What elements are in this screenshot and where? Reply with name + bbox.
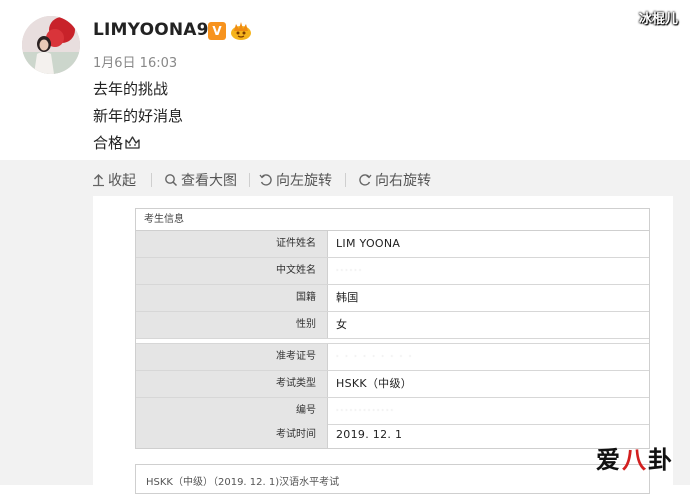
watermark-char: 爱 — [596, 445, 620, 474]
rotate-left-icon — [259, 174, 272, 186]
row-value: HSKK（中级） — [336, 377, 413, 390]
row-label: 中文姓名 — [136, 258, 328, 284]
table-header: 考生信息 — [136, 209, 649, 231]
table-row: 国籍 韩国 — [136, 285, 649, 312]
table-row: 编号 ············· — [136, 398, 649, 425]
verified-badge-icon: V — [208, 22, 226, 40]
exam-title-box: HSKK（中级）（2019. 12. 1)汉语水平考试 — [135, 464, 650, 494]
toolbar-divider — [345, 173, 346, 187]
post-text-line-3-text: 合格 — [93, 134, 124, 152]
magnifier-icon — [165, 174, 178, 187]
table-row: 准考证号 · · · · · · · · · — [136, 344, 649, 371]
row-label: 国籍 — [136, 285, 328, 311]
rotate-right-icon — [359, 174, 372, 186]
post-time[interactable]: 1月6日 16:03 — [93, 52, 177, 71]
collapse-icon — [93, 174, 104, 187]
row-label: 考试类型 — [136, 371, 328, 397]
row-label: 编号 — [136, 398, 328, 424]
post-text-line-2: 新年的好消息 — [93, 107, 184, 125]
row-value: LIM YOONA — [336, 237, 401, 250]
post-text-line-3: 合格 — [93, 132, 141, 154]
exam-title-text: HSKK（中级）（2019. 12. 1)汉语水平考试 — [146, 477, 340, 488]
toolbar-divider — [151, 173, 152, 187]
row-value-redacted: ············· — [336, 406, 396, 415]
table-row: 考试类型 HSKK（中级） — [136, 371, 649, 398]
collapse-button[interactable]: 收起 — [92, 170, 136, 190]
watermark-char: 八 — [622, 445, 646, 474]
collapse-label: 收起 — [108, 173, 136, 189]
watermark-bottom: 爱八卦 — [596, 440, 672, 475]
row-value-redacted: · · · · · · · · · — [336, 352, 414, 361]
certificate-image[interactable]: 考生信息 证件姓名 LIM YOONA 中文姓名 ······ 国籍 韩国 性别… — [93, 196, 673, 494]
avatar[interactable] — [22, 16, 80, 74]
weibo-post: LIMYOONA90 V 1月6日 16:03 去年的挑战 新年的好消息 合格 … — [0, 0, 690, 160]
row-label: 准考证号 — [136, 344, 328, 370]
table-row: 性别 女 — [136, 312, 649, 339]
username[interactable]: LIMYOONA90 — [93, 20, 221, 40]
view-large-button[interactable]: 查看大图 — [164, 170, 237, 190]
rotate-right-button[interactable]: 向右旋转 — [358, 170, 431, 190]
toolbar-divider — [249, 173, 250, 187]
rotate-left-label: 向左旋转 — [276, 173, 332, 189]
table-row: 中文姓名 ······ — [136, 258, 649, 285]
crown-icon — [230, 21, 252, 45]
row-value-redacted: ······ — [336, 266, 364, 275]
row-value: 女 — [336, 318, 348, 331]
row-value: 2019. 12. 1 — [336, 428, 403, 441]
rotate-right-label: 向右旋转 — [375, 173, 431, 189]
rotate-left-button[interactable]: 向左旋转 — [259, 170, 332, 190]
row-label: 性别 — [136, 312, 328, 338]
candidate-info-table: 考生信息 证件姓名 LIM YOONA 中文姓名 ······ 国籍 韩国 性别… — [135, 208, 650, 449]
row-label: 考试时间 — [136, 422, 328, 448]
view-large-label: 查看大图 — [181, 173, 237, 189]
post-text-line-1: 去年的挑战 — [93, 80, 169, 98]
watermark-top: 冰棍儿 — [638, 12, 678, 27]
row-label: 证件姓名 — [136, 231, 328, 257]
crown-icon — [124, 135, 141, 154]
row-value: 韩国 — [336, 291, 359, 304]
table-row: 考试时间 2019. 12. 1 — [136, 422, 649, 449]
watermark-char: 卦 — [648, 445, 672, 474]
table-row: 证件姓名 LIM YOONA — [136, 231, 649, 258]
